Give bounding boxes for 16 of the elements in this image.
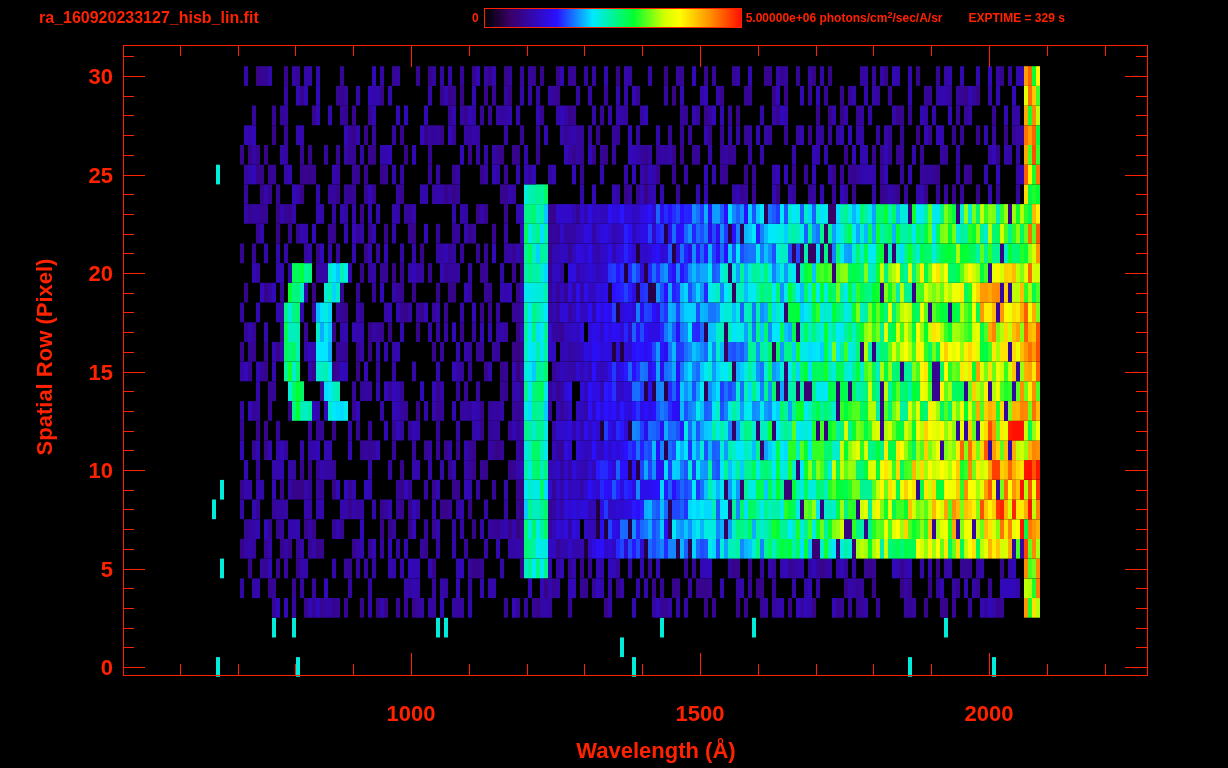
- y-tick-label: 10: [88, 458, 113, 483]
- y-tick-label: 0: [100, 655, 113, 680]
- y-tick-label: 15: [88, 359, 113, 385]
- y-tick-label: 5: [100, 556, 113, 582]
- y-tick-label: 30: [88, 64, 113, 89]
- x-tick-label: 1000: [386, 701, 436, 726]
- x-tick-label: 1500: [675, 701, 725, 726]
- y-axis-title: Spatial Row (Pixel): [32, 258, 57, 456]
- y-tick-label: 25: [88, 162, 113, 188]
- x-axis-title: Wavelength (Å): [576, 738, 736, 763]
- y-tick-label: 20: [88, 261, 113, 286]
- file-title: ra_160920233127_hisb_lin.fit: [39, 8, 260, 28]
- colorbar-min-label: 0: [472, 10, 479, 27]
- colorbar-max-label: 5.00000e+06 photons/cm$^{2}$/sec/A/sr: [745, 9, 943, 27]
- exposure-time: EXPTIME = 329 s: [968, 10, 1065, 27]
- x-tick-label: 2000: [964, 701, 1014, 726]
